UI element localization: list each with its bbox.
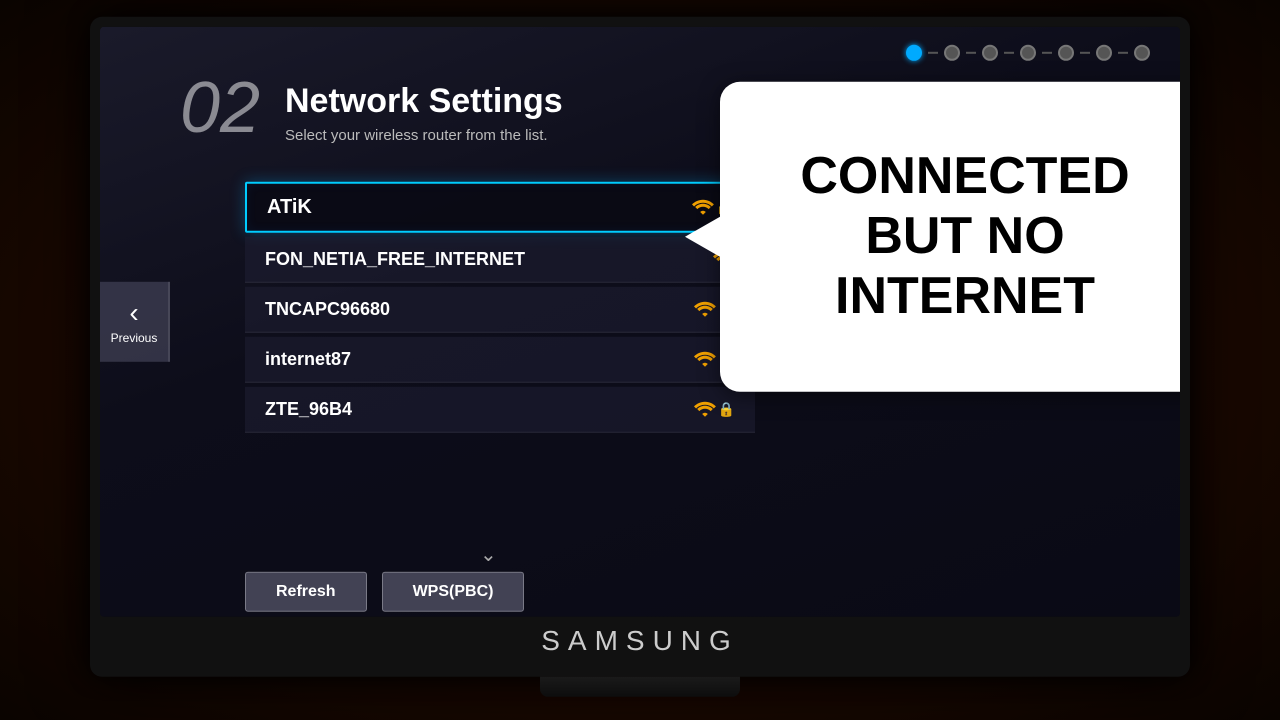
network-item-atik[interactable]: ATiK 🔒: [245, 182, 755, 233]
previous-button[interactable]: ‹ Previous: [100, 282, 170, 362]
step-2: [944, 45, 960, 61]
step-connector-3: [1004, 52, 1014, 54]
step-7: [1134, 45, 1150, 61]
network-name-tnc: TNCAPC96680: [265, 299, 390, 320]
step-3: [982, 45, 998, 61]
speech-bubble: CONNECTED BUT NO INTERNET: [720, 82, 1180, 392]
tv-frame: 02 Network Settings Select your wireless…: [90, 17, 1190, 677]
title-area: Network Settings Select your wireless ro…: [285, 82, 563, 144]
step-connector-4: [1042, 52, 1052, 54]
prev-button-label: Previous: [111, 331, 158, 345]
page-title: Network Settings: [285, 82, 563, 121]
network-item-zte[interactable]: ZTE_96B4 🔒: [245, 387, 755, 433]
tv-stand-base: [540, 677, 740, 697]
tv-screen: 02 Network Settings Select your wireless…: [100, 27, 1180, 617]
scroll-down-indicator: ⌄: [480, 542, 497, 567]
wps-button[interactable]: WPS(PBC): [382, 572, 525, 612]
bubble-line3: INTERNET: [835, 267, 1095, 325]
network-name-internet87: internet87: [265, 349, 351, 370]
network-item-fon[interactable]: FON_NETIA_FREE_INTERNET: [245, 237, 755, 283]
step-indicator: [906, 45, 1150, 61]
speech-bubble-text: CONNECTED BUT NO INTERNET: [780, 127, 1149, 346]
network-name-zte: ZTE_96B4: [265, 399, 352, 420]
step-6: [1096, 45, 1112, 61]
refresh-button[interactable]: Refresh: [245, 572, 367, 612]
network-list: ATiK 🔒 FON_NETIA_FREE_INTERNET: [245, 182, 755, 437]
step-connector-2: [966, 52, 976, 54]
wifi-signal-icon-tnc: [694, 300, 716, 318]
page-number: 02: [180, 67, 260, 149]
lock-icon-zte: 🔒: [718, 401, 735, 418]
step-connector-6: [1118, 52, 1128, 54]
bubble-line2: BUT NO: [865, 207, 1064, 265]
page-subtitle: Select your wireless router from the lis…: [285, 127, 563, 144]
wifi-signal-icon-zte: [694, 400, 716, 418]
wifi-signal-icon-internet87: [694, 350, 716, 368]
tv-bezel: 02 Network Settings Select your wireless…: [100, 27, 1180, 617]
step-connector-5: [1080, 52, 1090, 54]
step-connector-1: [928, 52, 938, 54]
network-name-atik: ATiK: [267, 196, 312, 219]
network-name-fon: FON_NETIA_FREE_INTERNET: [265, 249, 525, 270]
network-item-tnc[interactable]: TNCAPC96680 🔒: [245, 287, 755, 333]
bottom-buttons: Refresh WPS(PBC): [245, 572, 524, 612]
wifi-icon-zte: 🔒: [694, 400, 735, 418]
step-4: [1020, 45, 1036, 61]
prev-arrow-icon: ‹: [129, 299, 138, 327]
network-item-internet87[interactable]: internet87 🔒: [245, 337, 755, 383]
wifi-signal-icon: [692, 198, 714, 216]
bubble-line1: CONNECTED: [800, 147, 1129, 205]
step-1: [906, 45, 922, 61]
step-5: [1058, 45, 1074, 61]
tv-brand-label: SAMSUNG: [541, 625, 739, 657]
